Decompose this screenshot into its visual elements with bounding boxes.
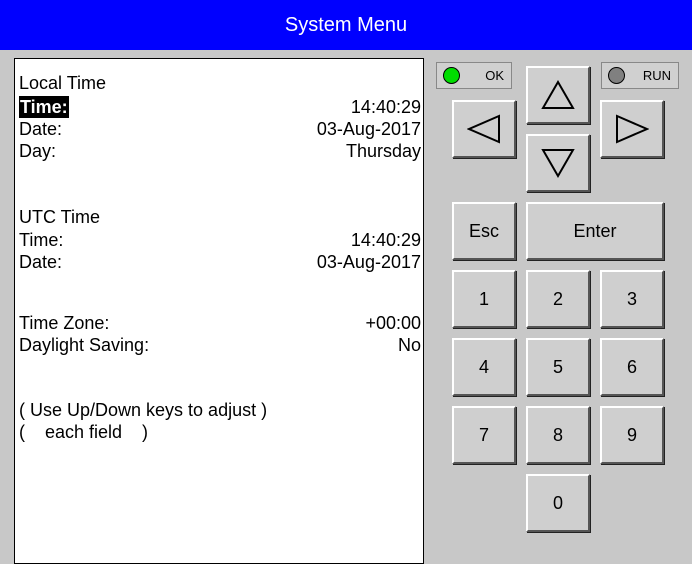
time-settings-panel: Local Time Time: 14:40:29 Date: 03-Aug-2… [14, 58, 424, 564]
left-arrow-icon [467, 114, 500, 144]
local-time-label: Time: [19, 96, 69, 118]
ok-led-icon [443, 67, 460, 84]
key-8-label: 8 [552, 424, 563, 445]
utc-date-label: Date: [19, 252, 63, 272]
hint-line-1: ( Use Up/Down keys to adjust ) [19, 400, 268, 420]
run-led-icon [608, 67, 625, 84]
up-arrow-icon [541, 80, 575, 109]
utc-time-header: UTC Time [19, 207, 100, 227]
down-arrow-icon [541, 149, 575, 178]
key-5-button[interactable]: 5 [526, 338, 590, 396]
enter-button-label: Enter [573, 220, 617, 241]
down-button[interactable] [526, 134, 590, 192]
key-2-button[interactable]: 2 [526, 270, 590, 328]
time-zone-value[interactable]: +00:00 [365, 312, 421, 334]
daylight-saving-label: Daylight Saving: [19, 335, 150, 355]
right-arrow-icon [616, 114, 649, 144]
key-7-button[interactable]: 7 [452, 406, 516, 464]
window-title: System Menu [284, 14, 408, 36]
daylight-saving-value[interactable]: No [398, 334, 421, 356]
local-time-value[interactable]: 14:40:29 [351, 96, 421, 118]
run-indicator: RUN [601, 62, 679, 89]
key-1-label: 1 [478, 288, 489, 309]
utc-date-row[interactable]: Date: 03-Aug-2017 [19, 251, 421, 273]
ok-indicator: OK [436, 62, 512, 89]
local-day-row[interactable]: Day: Thursday [19, 140, 421, 162]
enter-button[interactable]: Enter [526, 202, 664, 260]
local-time-row[interactable]: Time: 14:40:29 [19, 96, 421, 118]
local-day-label: Day: [19, 141, 57, 161]
time-zone-label: Time Zone: [19, 313, 110, 333]
run-label: RUN [642, 68, 671, 83]
local-date-row[interactable]: Date: 03-Aug-2017 [19, 118, 421, 140]
title-divider [0, 50, 692, 54]
key-7-label: 7 [478, 424, 489, 445]
time-zone-row[interactable]: Time Zone: +00:00 [19, 312, 421, 334]
key-6-label: 6 [626, 356, 637, 377]
key-0-button[interactable]: 0 [526, 474, 590, 532]
key-2-label: 2 [552, 288, 563, 309]
local-date-value[interactable]: 03-Aug-2017 [317, 118, 421, 140]
key-0-label: 0 [552, 492, 563, 513]
hint-line-2: ( each field ) [19, 422, 149, 442]
key-6-button[interactable]: 6 [600, 338, 664, 396]
utc-time-row[interactable]: Time: 14:40:29 [19, 229, 421, 251]
local-day-value[interactable]: Thursday [346, 140, 421, 162]
key-1-button[interactable]: 1 [452, 270, 516, 328]
title-bar: System Menu [0, 0, 692, 50]
key-4-label: 4 [478, 356, 489, 377]
esc-button-label: Esc [468, 220, 499, 241]
local-time-header: Local Time [19, 73, 107, 93]
utc-time-label: Time: [19, 230, 64, 250]
utc-time-value[interactable]: 14:40:29 [351, 229, 421, 251]
daylight-saving-row[interactable]: Daylight Saving: No [19, 334, 421, 356]
key-8-button[interactable]: 8 [526, 406, 590, 464]
esc-button[interactable]: Esc [452, 202, 516, 260]
key-9-button[interactable]: 9 [600, 406, 664, 464]
key-3-label: 3 [626, 288, 637, 309]
left-button[interactable] [452, 100, 516, 158]
key-4-button[interactable]: 4 [452, 338, 516, 396]
ok-label: OK [485, 68, 504, 83]
right-button[interactable] [600, 100, 664, 158]
key-5-label: 5 [552, 356, 563, 377]
up-button[interactable] [526, 66, 590, 124]
key-3-button[interactable]: 3 [600, 270, 664, 328]
utc-date-value[interactable]: 03-Aug-2017 [317, 251, 421, 273]
key-9-label: 9 [626, 424, 637, 445]
local-date-label: Date: [19, 119, 63, 139]
